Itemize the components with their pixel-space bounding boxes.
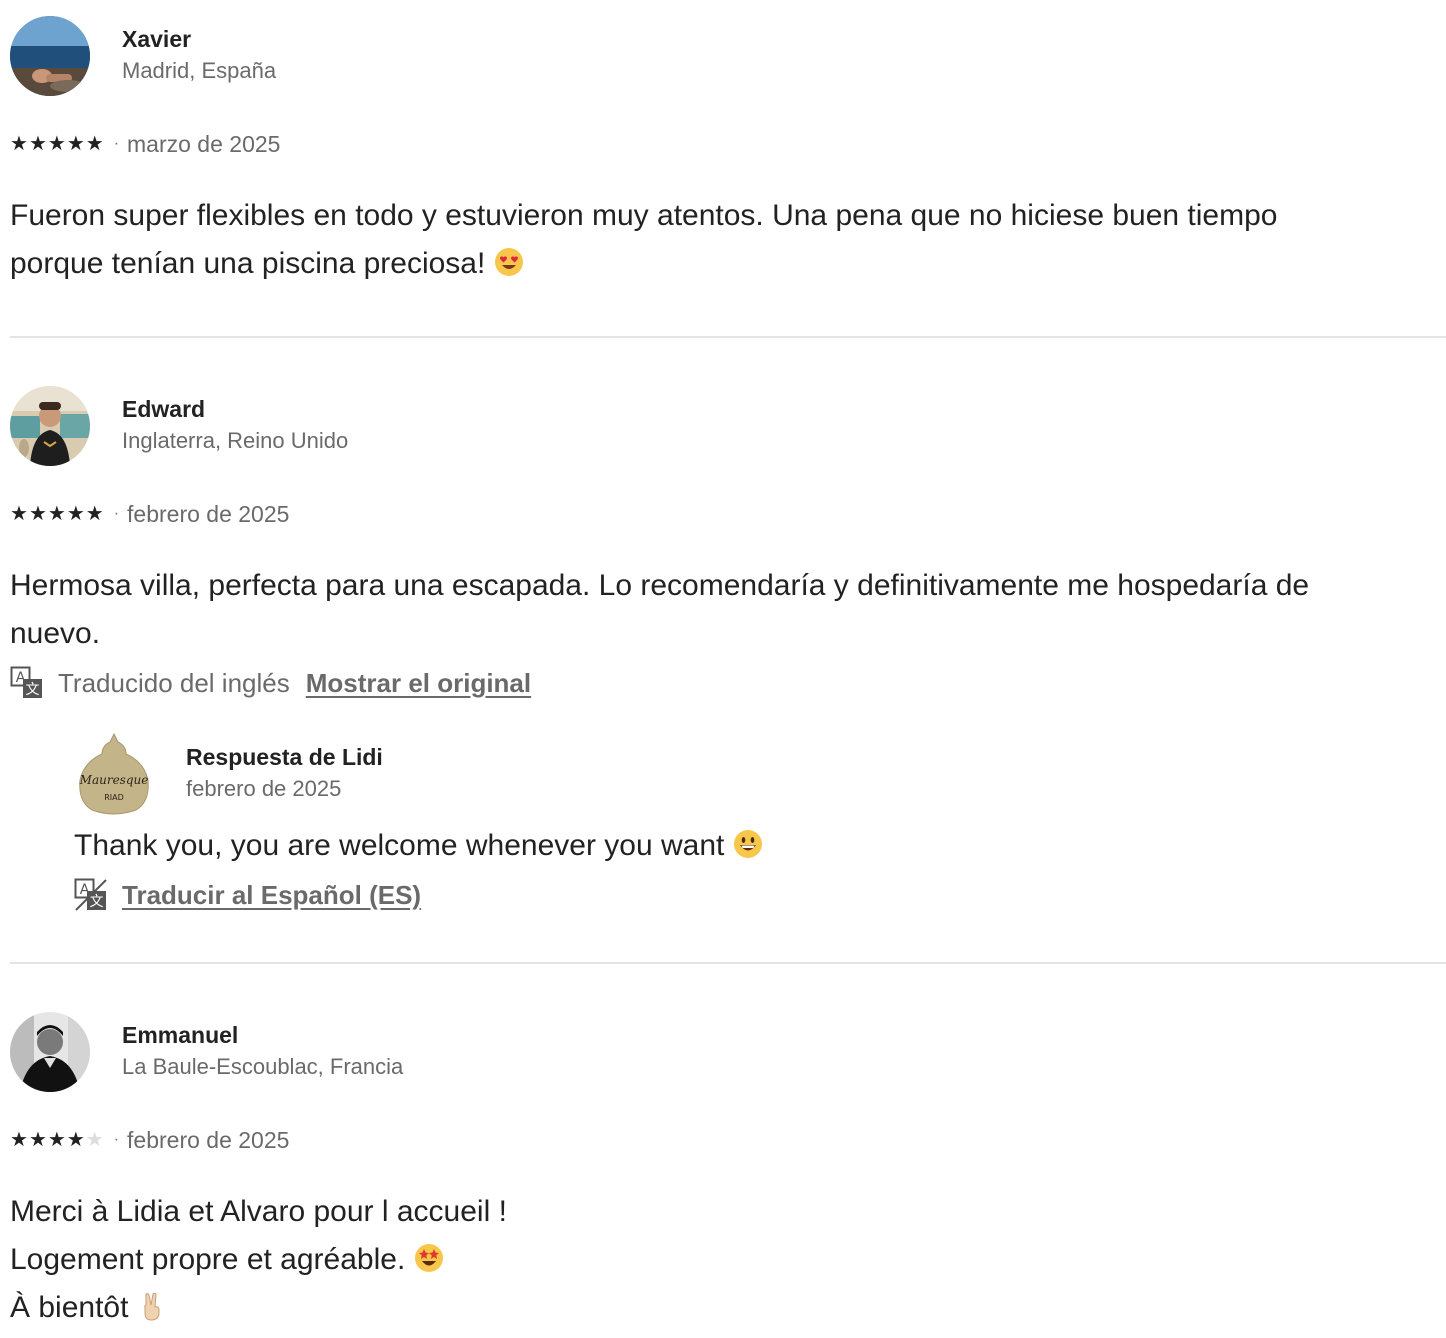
review-text-line: porque tenían una piscina preciosa!: [10, 247, 486, 280]
response-translate-row: A 文 Traducir al Español (ES): [74, 878, 421, 912]
translated-note: Traducido del inglés: [58, 667, 290, 698]
star-rating: ★ ★ ★ ★ ★: [10, 504, 104, 524]
translate-link[interactable]: Traducir al Español (ES): [122, 880, 421, 911]
svg-text:文: 文: [90, 894, 104, 910]
star-icon: ★: [47, 133, 66, 155]
response-title: Respuesta de Lidi: [186, 744, 383, 770]
review-text: Hermosa villa, perfecta para una escapad…: [10, 562, 1309, 658]
star-icon: ★: [28, 503, 47, 525]
host-logo[interactable]: Mauresque RIAD: [74, 732, 154, 816]
review-card: Emmanuel La Baule-Escoublac, Francia ★ ★…: [10, 1012, 1446, 1338]
review-text-line: Merci à Lidia et Alvaro pour l accueil !: [10, 1195, 507, 1228]
show-original-link[interactable]: Mostrar el original: [306, 668, 531, 699]
star-icon: ★: [85, 503, 104, 525]
star-icon: ★: [47, 1129, 66, 1151]
star-empty-icon: ★: [85, 1129, 104, 1151]
reviewer-location: Inglaterra, Reino Unido: [122, 428, 349, 453]
star-icon: ★: [66, 133, 85, 155]
star-icon: ★: [66, 503, 85, 525]
reviewer-name: Edward: [122, 396, 206, 422]
star-rating: ★ ★ ★ ★ ★: [10, 1130, 104, 1150]
star-rating: ★ ★ ★ ★ ★: [10, 134, 104, 154]
separator-dot: ·: [113, 135, 120, 152]
grinning-face-emoji: [733, 830, 762, 858]
review-text-line: Logement propre et agréable.: [10, 1243, 406, 1276]
review-text-line: Hermosa villa, perfecta para una escapad…: [10, 569, 1310, 602]
star-struck-emoji: [414, 1244, 443, 1272]
heart-eyes-emoji: [494, 248, 523, 276]
reviewer-name: Xavier: [122, 26, 192, 52]
logo-subtext: RIAD: [104, 793, 124, 802]
review-text: Merci à Lidia et Alvaro pour l accueil !…: [10, 1188, 507, 1332]
review-text-line: À bientôt: [10, 1291, 129, 1324]
reviewer-avatar[interactable]: [10, 386, 90, 466]
star-icon: ★: [66, 1129, 85, 1151]
response-text: Thank you, you are welcome whenever you …: [74, 826, 763, 866]
review-text-line: Fueron super flexibles en todo y estuvie…: [10, 199, 1278, 232]
review-date: febrero de 2025: [127, 500, 290, 527]
translate-icon: A 文: [74, 878, 107, 911]
review-divider: [10, 336, 1446, 338]
review-card: Edward Inglaterra, Reino Unido ★ ★ ★ ★ ★…: [10, 386, 1446, 926]
victory-hand-emoji: [143, 1292, 160, 1321]
response-date: febrero de 2025: [186, 776, 342, 801]
review-text-line: nuevo.: [10, 617, 101, 650]
reviewer-name: Emmanuel: [122, 1022, 239, 1048]
star-icon: ★: [10, 503, 28, 525]
separator-dot: ·: [113, 505, 120, 522]
review-meta: ★ ★ ★ ★ ★ · febrero de 2025: [10, 501, 289, 527]
logo-text: Mauresque: [79, 773, 149, 787]
review-divider: [10, 962, 1446, 964]
reviewer-avatar[interactable]: [10, 16, 90, 96]
star-icon: ★: [10, 1129, 28, 1151]
reviewer-avatar[interactable]: [10, 1012, 90, 1092]
separator-dot: ·: [113, 1131, 120, 1148]
review-text-line-with-emoji: Logement propre et agréable.: [10, 1236, 507, 1284]
translate-icon: A 文: [10, 666, 42, 698]
reviewer-location: Madrid, España: [122, 58, 277, 83]
review-card: Xavier Madrid, España ★ ★ ★ ★ ★ · marzo …: [10, 16, 1446, 306]
review-text-line-with-emoji: porque tenían una piscina preciosa!: [10, 240, 1277, 288]
review-text-line-with-emoji: À bientôt: [10, 1284, 507, 1332]
star-icon: ★: [28, 133, 47, 155]
review-date: febrero de 2025: [127, 1126, 290, 1153]
review-meta: ★ ★ ★ ★ ★ · febrero de 2025: [10, 1127, 289, 1153]
review-meta: ★ ★ ★ ★ ★ · marzo de 2025: [10, 131, 280, 157]
star-icon: ★: [28, 1129, 47, 1151]
translation-notice: A 文 Traducido del inglés Mostrar el orig…: [10, 666, 531, 700]
reviewer-location: La Baule-Escoublac, Francia: [122, 1054, 404, 1079]
response-text-content: Thank you, you are welcome whenever you …: [74, 829, 725, 862]
star-icon: ★: [10, 133, 28, 155]
star-icon: ★: [85, 133, 104, 155]
review-date: marzo de 2025: [127, 130, 281, 157]
star-icon: ★: [47, 503, 66, 525]
review-text: Fueron super flexibles en todo y estuvie…: [10, 192, 1277, 288]
svg-text:文: 文: [26, 682, 40, 698]
